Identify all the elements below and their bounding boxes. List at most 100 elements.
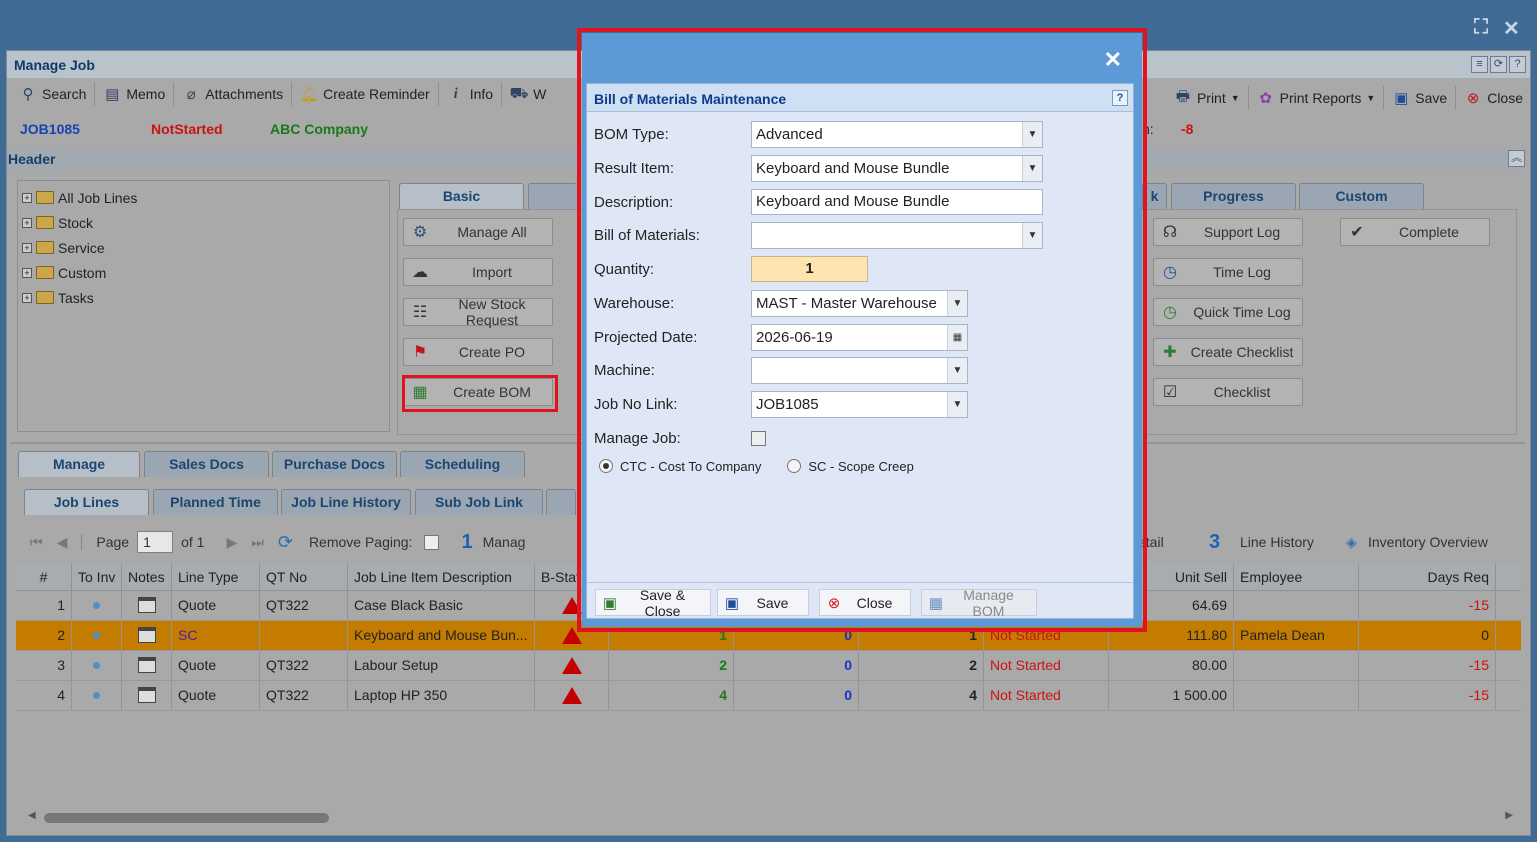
- prev-page-icon[interactable]: ◀: [57, 534, 68, 551]
- job-no-link-select[interactable]: JOB1085 ▼: [751, 390, 968, 418]
- bill-of-materials-select[interactable]: ▼: [751, 221, 1043, 249]
- tab-custom[interactable]: Custom: [1299, 183, 1424, 209]
- notes-icon[interactable]: [137, 657, 156, 673]
- list-icon[interactable]: ≡: [1471, 56, 1488, 73]
- inventory-overview-link[interactable]: Inventory Overview: [1368, 534, 1488, 550]
- tab-more[interactable]: [546, 489, 576, 515]
- tab-progress[interactable]: Progress: [1171, 183, 1296, 209]
- time-log-button[interactable]: ◷ Time Log: [1153, 258, 1303, 286]
- info-button[interactable]: i Info: [439, 82, 503, 106]
- chevron-down-icon[interactable]: ▼: [947, 357, 967, 383]
- page-input[interactable]: 1: [137, 531, 174, 553]
- next-page-icon[interactable]: ▶: [226, 534, 237, 551]
- sc-radio[interactable]: [787, 459, 802, 473]
- search-button[interactable]: ⚲ Search: [11, 82, 96, 106]
- calendar-icon[interactable]: ▦: [947, 324, 967, 350]
- import-button[interactable]: ☁ Import: [403, 258, 553, 286]
- manage-all-button[interactable]: ⚙ Manage All: [403, 218, 553, 246]
- to-inv-dot-icon[interactable]: [93, 662, 100, 669]
- expand-icon[interactable]: +: [22, 292, 32, 303]
- description-input[interactable]: Keyboard and Mouse Bundle: [751, 189, 1043, 215]
- workflow-button[interactable]: ⛟ W: [502, 82, 554, 106]
- collapse-icon[interactable]: ︽: [1508, 150, 1525, 167]
- tab-job-line-history[interactable]: Job Line History: [281, 489, 411, 515]
- notes-icon[interactable]: [137, 597, 156, 613]
- save-close-button[interactable]: ▣ Save & Close: [595, 587, 711, 619]
- notes-icon[interactable]: [137, 627, 156, 643]
- modal-close-icon[interactable]: ✕: [1104, 47, 1122, 73]
- tab-scheduling[interactable]: Scheduling: [400, 451, 525, 477]
- tab-sales-docs[interactable]: Sales Docs: [144, 451, 269, 477]
- tree-item-tasks[interactable]: + Tasks: [22, 285, 389, 310]
- checklist-button[interactable]: ☑ Checklist: [1153, 378, 1303, 406]
- projected-date-input[interactable]: 2026-06-19 ▦: [751, 323, 968, 351]
- scroll-right-icon[interactable]: ▶: [1505, 810, 1513, 821]
- warehouse-select[interactable]: MAST - Master Warehouse ▼: [751, 289, 968, 317]
- expand-icon[interactable]: +: [22, 192, 32, 203]
- save-button[interactable]: ▣ Save: [1384, 86, 1457, 110]
- table-row[interactable]: 4 Quote QT322 Laptop HP 350 4 0 4 Not Started 1 …: [16, 681, 1521, 711]
- notes-icon[interactable]: [137, 687, 156, 703]
- expand-icon[interactable]: +: [22, 242, 32, 253]
- memo-button[interactable]: ▤ Memo: [95, 82, 175, 106]
- create-checklist-button[interactable]: ✚ Create Checklist: [1153, 338, 1303, 366]
- fullscreen-icon[interactable]: ⛶: [1474, 16, 1488, 39]
- close-button[interactable]: ⊗ Close: [1456, 86, 1531, 110]
- to-inv-dot-icon[interactable]: [93, 632, 100, 639]
- help-icon[interactable]: ?: [1509, 56, 1526, 73]
- tab-basic[interactable]: Basic: [399, 183, 524, 209]
- job-extra-value: -8: [1181, 121, 1194, 137]
- screen-close-icon[interactable]: ✕: [1503, 16, 1520, 41]
- bom-type-select[interactable]: Advanced ▼: [751, 120, 1043, 148]
- chevron-down-icon[interactable]: ▼: [1022, 155, 1042, 181]
- tree-item-service[interactable]: + Service: [22, 235, 389, 260]
- support-log-button[interactable]: ☊ Support Log: [1153, 218, 1303, 246]
- create-reminder-button[interactable]: 🔔︎ Create Reminder: [292, 82, 439, 106]
- tab-job-lines[interactable]: Job Lines: [24, 489, 149, 515]
- line-history-link[interactable]: Line History: [1240, 534, 1314, 550]
- tab-planned-time[interactable]: Planned Time: [153, 489, 278, 515]
- tab-sub-job-link[interactable]: Sub Job Link: [415, 489, 543, 515]
- scroll-left-icon[interactable]: ◀: [28, 810, 36, 821]
- quick-time-log-button[interactable]: ◷ Quick Time Log: [1153, 298, 1303, 326]
- tab-manage[interactable]: Manage: [18, 451, 140, 477]
- machine-select[interactable]: ▼: [751, 356, 968, 384]
- remove-paging-checkbox[interactable]: [424, 534, 440, 550]
- manage-bom-button[interactable]: ▦ Manage BOM: [921, 587, 1037, 619]
- horizontal-scrollbar[interactable]: ◀ ▶: [16, 810, 1521, 826]
- refresh-icon[interactable]: ⟳: [1490, 56, 1507, 73]
- ctc-radio[interactable]: [599, 459, 613, 473]
- scroll-thumb[interactable]: [44, 813, 329, 823]
- chevron-down-icon[interactable]: ▼: [947, 290, 967, 316]
- tree-item-stock[interactable]: + Stock: [22, 210, 389, 235]
- chevron-down-icon[interactable]: ▼: [1022, 121, 1042, 147]
- last-page-icon[interactable]: ⏭: [251, 534, 264, 551]
- unit-sell-cell: 80.00: [1109, 651, 1234, 680]
- tab-purchase-docs[interactable]: Purchase Docs: [272, 451, 397, 477]
- print-button[interactable]: 🖶︎ Print ▼: [1166, 86, 1249, 110]
- chevron-down-icon[interactable]: ▼: [947, 391, 967, 417]
- cost-type-radios: CTC - Cost To Company SC - Scope Creep: [599, 452, 914, 480]
- expand-icon[interactable]: +: [22, 217, 32, 228]
- new-stock-request-button[interactable]: ☷ New Stock Request: [403, 296, 553, 328]
- chevron-down-icon[interactable]: ▼: [1022, 222, 1042, 248]
- tab-hidden[interactable]: [528, 183, 578, 209]
- quantity-input[interactable]: 1: [751, 256, 868, 282]
- refresh-icon[interactable]: ⟳: [278, 532, 293, 553]
- complete-button[interactable]: ✔ Complete: [1340, 218, 1490, 246]
- attachments-button[interactable]: ⌀ Attachments: [174, 82, 293, 106]
- expand-icon[interactable]: +: [22, 267, 32, 278]
- create-po-button[interactable]: ⚑ Create PO: [403, 338, 553, 366]
- first-page-icon[interactable]: ⏮: [30, 534, 43, 551]
- result-item-select[interactable]: Keyboard and Mouse Bundle ▼: [751, 154, 1043, 182]
- to-inv-dot-icon[interactable]: [93, 692, 100, 699]
- tree-item-all-job-lines[interactable]: + All Job Lines: [22, 185, 389, 210]
- table-row[interactable]: 3 Quote QT322 Labour Setup 2 0 2 Not Started 80.…: [16, 651, 1521, 681]
- modal-close-button[interactable]: ⊗ Close: [819, 589, 911, 616]
- to-inv-dot-icon[interactable]: [93, 602, 100, 609]
- print-reports-button[interactable]: ✿ Print Reports ▼: [1249, 86, 1385, 110]
- tree-item-custom[interactable]: + Custom: [22, 260, 389, 285]
- modal-save-button[interactable]: ▣ Save: [717, 589, 809, 616]
- help-icon[interactable]: ?: [1112, 90, 1128, 106]
- manage-job-checkbox[interactable]: [751, 430, 766, 446]
